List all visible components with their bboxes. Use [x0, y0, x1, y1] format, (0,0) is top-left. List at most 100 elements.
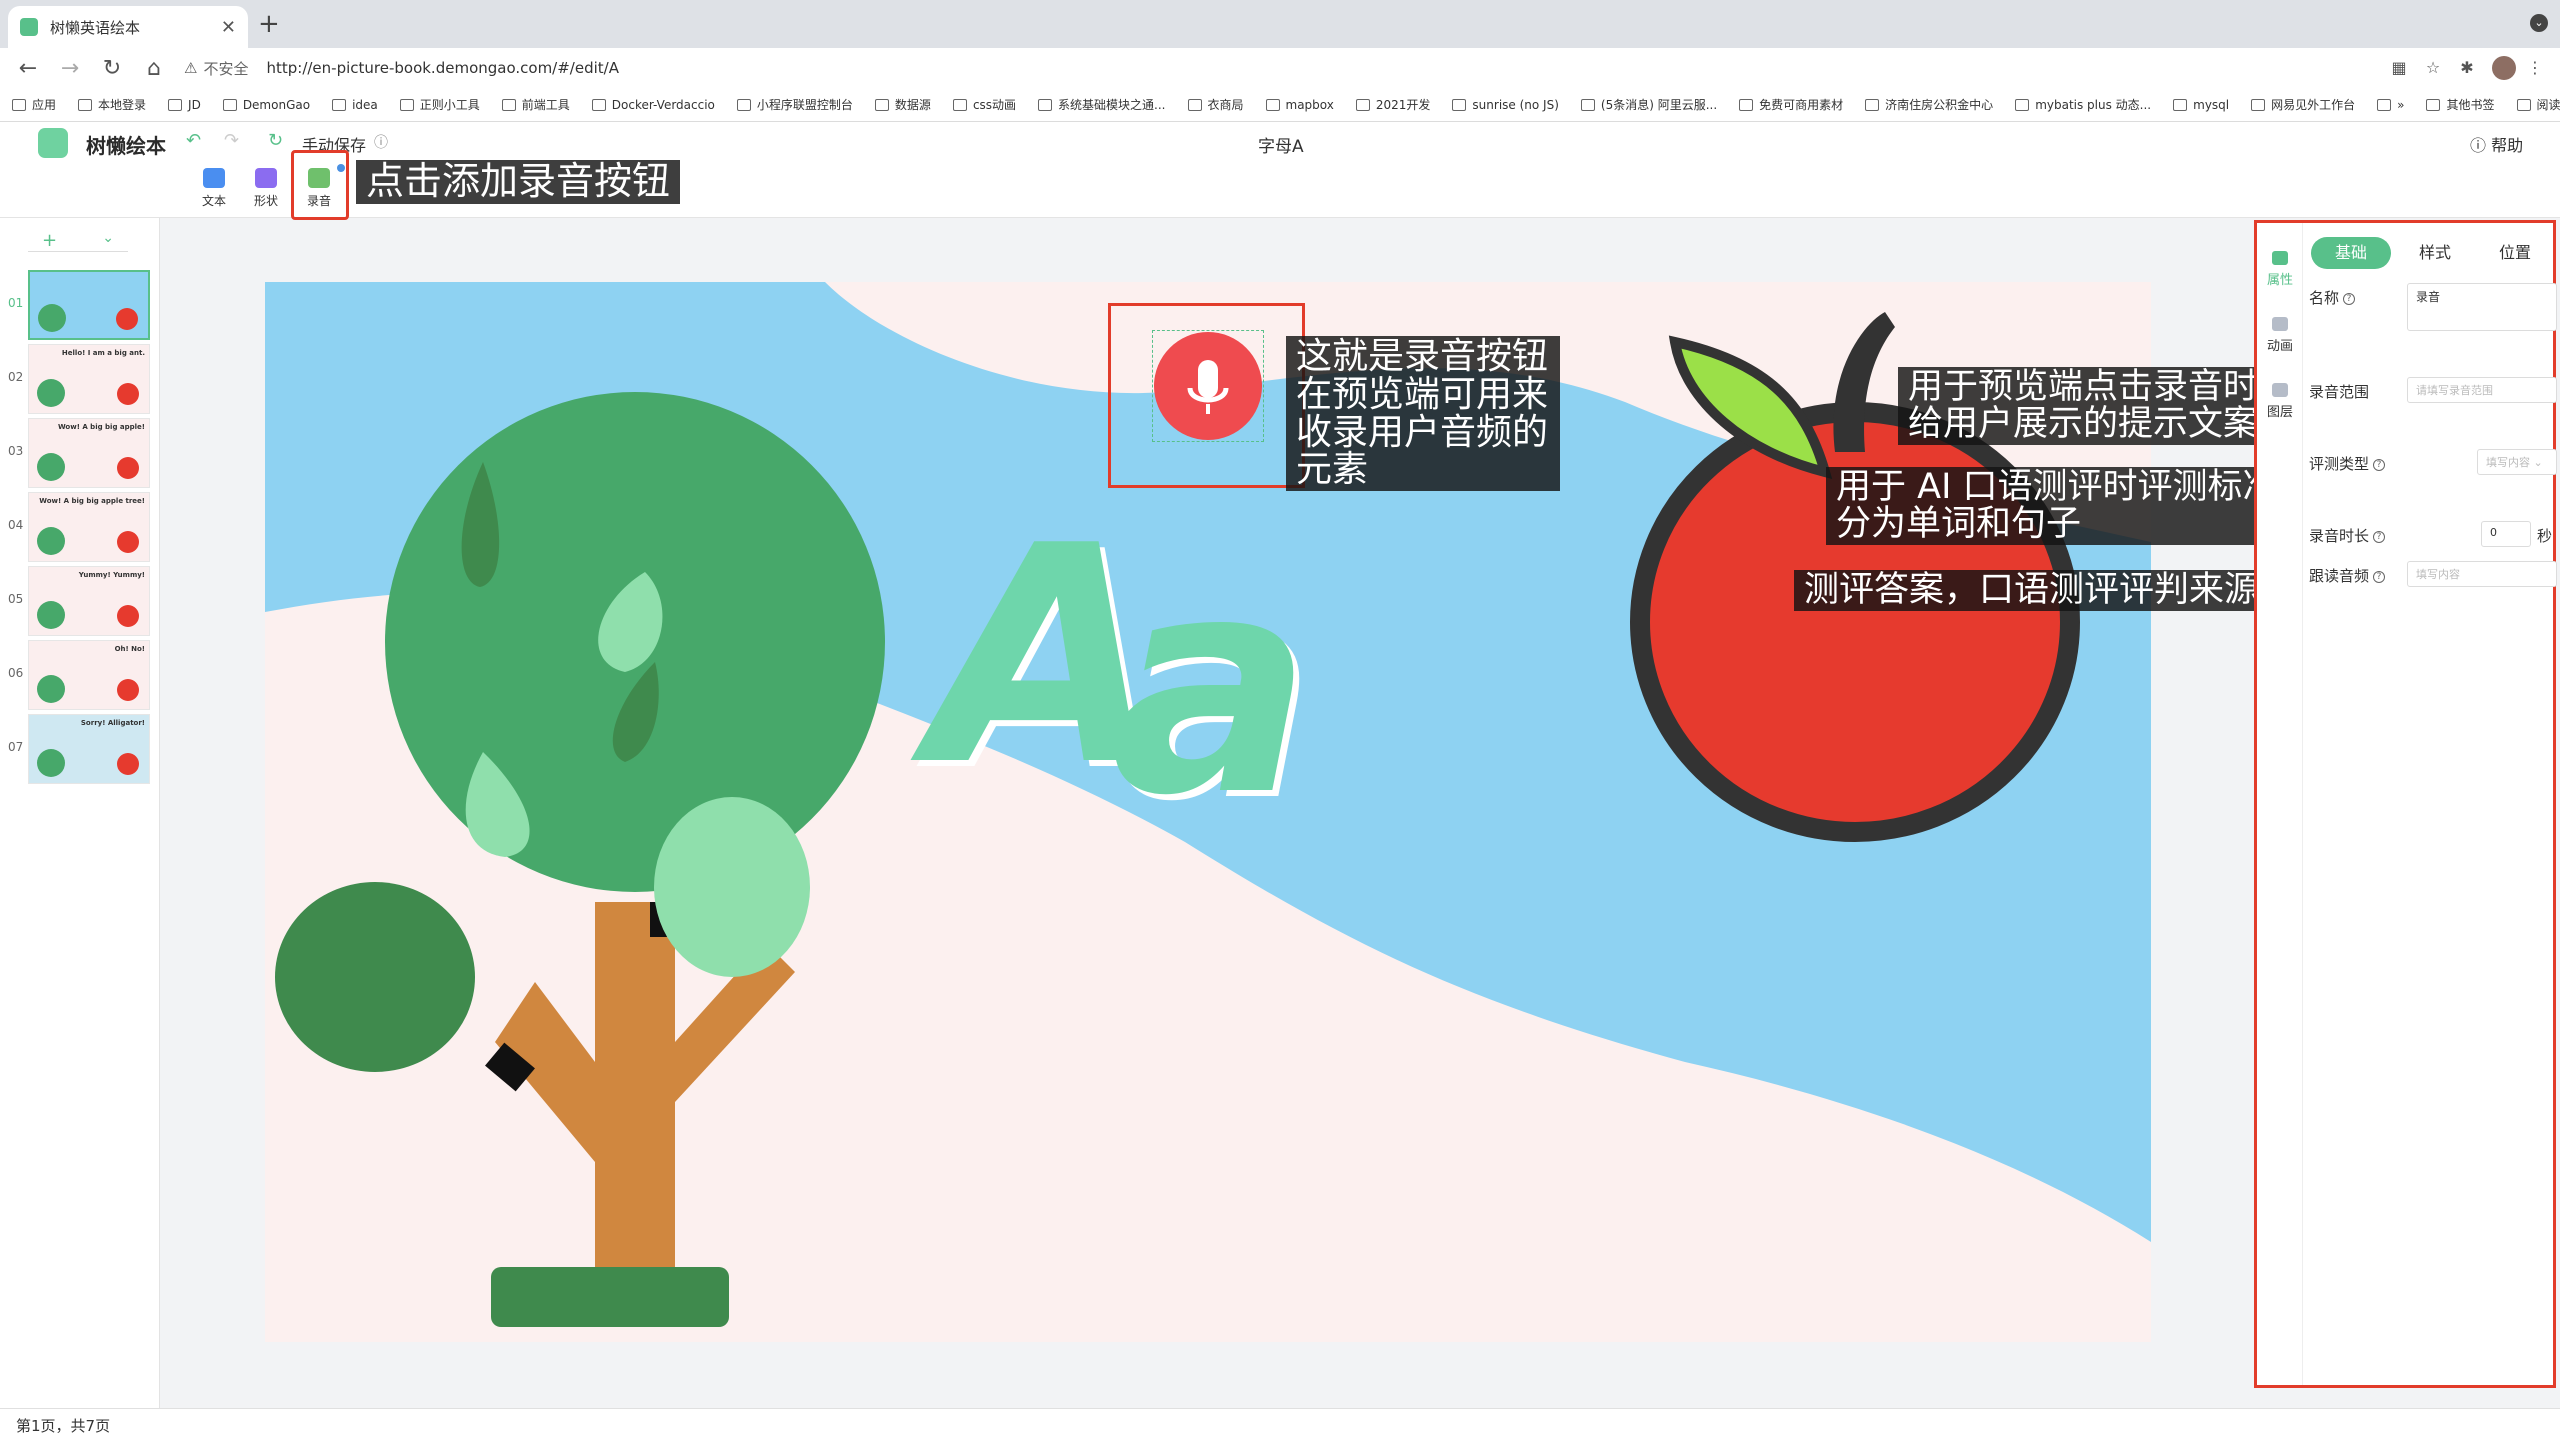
thumbnail-tree: [37, 379, 65, 407]
name-field[interactable]: 录音: [2407, 283, 2557, 331]
bookmark-item[interactable]: 免费可商用素材: [1739, 96, 1843, 113]
menu-icon[interactable]: ⋮: [2526, 59, 2544, 77]
thumbnail-apple: [117, 457, 139, 479]
app-brand: 树懒绘本: [86, 134, 166, 158]
annotation-line: 分为单词和句子: [1836, 503, 2082, 544]
bookmark-item[interactable]: mybatis plus 动态...: [2015, 96, 2151, 113]
page-thumbnail[interactable]: 05 Yummy! Yummy!: [8, 566, 152, 636]
extensions-icon[interactable]: ✱: [2458, 59, 2476, 77]
duration-input[interactable]: 0: [2481, 521, 2531, 547]
bookmark-item[interactable]: idea: [332, 98, 378, 112]
bookmark-item[interactable]: mapbox: [1265, 98, 1334, 112]
home-icon[interactable]: ⌂: [140, 56, 168, 81]
side-tab-animation[interactable]: 动画: [2257, 317, 2303, 354]
bookmark-item[interactable]: (5条消息) 阿里云服...: [1580, 96, 1717, 113]
tab-style[interactable]: 样式: [2395, 237, 2475, 269]
bookmark-item[interactable]: 正则小工具: [399, 96, 480, 113]
help-button[interactable]: ⓘ 帮助: [2470, 132, 2523, 156]
bookmark-item[interactable]: 衣商局: [1187, 96, 1244, 113]
bookmark-item[interactable]: 济南住房公积金中心: [1865, 96, 1993, 113]
thumbnail-apple: [117, 531, 139, 553]
page-controls: + ⌄: [28, 230, 128, 252]
bookmark-item[interactable]: DemonGao: [222, 98, 310, 112]
bookmark-item[interactable]: 其他书签: [2426, 96, 2495, 113]
bookmark-item[interactable]: css动画: [952, 96, 1016, 113]
reload-icon[interactable]: ↻: [98, 56, 126, 81]
bookmark-item[interactable]: 网易见外工作台: [2251, 96, 2355, 113]
page-thumbnail[interactable]: 04 Wow! A big big apple tree!: [8, 492, 152, 562]
bookmark-item[interactable]: 应用: [12, 96, 56, 113]
bookmark-item[interactable]: 小程序联盟控制台: [736, 96, 853, 113]
follow-label-text: 跟读音频: [2309, 567, 2370, 585]
side-tab-label: 动画: [2266, 339, 2293, 354]
profile-avatar[interactable]: [2492, 56, 2516, 80]
page-thumbnail[interactable]: 02 Hello! I am a big ant.: [8, 344, 152, 414]
bookmark-item[interactable]: »: [2377, 98, 2404, 112]
tab-basic[interactable]: 基础: [2311, 237, 2391, 269]
page-caption: Sorry! Alligator!: [80, 719, 145, 727]
bookmark-star-icon[interactable]: ☆: [2424, 59, 2442, 77]
bookmark-item[interactable]: sunrise (no JS): [1452, 98, 1559, 112]
qr-icon[interactable]: ▦: [2390, 59, 2408, 77]
side-tab-properties[interactable]: 属性: [2257, 251, 2303, 288]
bookmark-item[interactable]: 前端工具: [501, 96, 570, 113]
layers-icon: [2272, 383, 2288, 397]
type-select[interactable]: 填写内容 ⌄: [2477, 449, 2557, 475]
bookmark-item[interactable]: JD: [168, 98, 201, 112]
page-number: 05: [8, 592, 24, 606]
bookmark-item[interactable]: Docker-Verdaccio: [591, 98, 715, 112]
bookmark-label: 济南住房公积金中心: [1885, 98, 1994, 112]
shape-tool-button[interactable]: 形状: [244, 168, 288, 209]
bookmark-folder-icon: [952, 98, 967, 111]
duration-help-icon[interactable]: ?: [2373, 530, 2386, 543]
url-field[interactable]: ⚠ 不安全 http://en-picture-book.demongao.co…: [184, 58, 2390, 79]
letter-lower[interactable]: a: [1110, 537, 1312, 837]
name-help-icon[interactable]: ?: [2343, 292, 2356, 305]
page-number: 02: [8, 370, 24, 384]
text-tool-button[interactable]: 文本: [192, 168, 236, 209]
browser-tab[interactable]: 树懒英语绘本 ✕: [8, 6, 248, 48]
forward-icon[interactable]: →: [56, 56, 84, 81]
new-tab-button[interactable]: +: [258, 10, 280, 38]
page-thumbnail[interactable]: 01: [8, 270, 152, 340]
bookmark-item[interactable]: 系统基础模块之通...: [1038, 96, 1166, 113]
bookmark-item[interactable]: 阅读清单: [2516, 96, 2560, 113]
status-bar: 第1页，共7页: [0, 1408, 2560, 1439]
bookmark-folder-icon: [168, 98, 183, 111]
bookmark-label: 小程序联盟控制台: [756, 98, 853, 112]
bookmark-item[interactable]: 本地登录: [78, 96, 146, 113]
tab-search-icon[interactable]: ⌄: [2530, 14, 2548, 32]
tab-position[interactable]: 位置: [2475, 237, 2555, 269]
bookmark-item[interactable]: 数据源: [874, 96, 931, 113]
thumbnail-tree: [37, 675, 65, 703]
undo-icon[interactable]: ↶: [186, 130, 201, 151]
page-preview: Hello! I am a big ant.: [28, 344, 150, 414]
page-caption: Wow! A big big apple!: [57, 423, 145, 431]
tab-close-icon[interactable]: ✕: [221, 17, 236, 38]
address-bar: ← → ↻ ⌂ ⚠ 不安全 http://en-picture-book.dem…: [0, 48, 2560, 88]
side-tab-layers[interactable]: 图层: [2257, 383, 2303, 420]
pages-panel: + ⌄ 01 02 Hello! I am a big ant. 03 Wow! A b…: [0, 218, 160, 1408]
range-field[interactable]: 请填写录音范围: [2407, 377, 2557, 403]
bookmark-folder-icon: [1038, 98, 1053, 111]
add-page-icon[interactable]: +: [42, 230, 57, 251]
page-thumbnail[interactable]: 03 Wow! A big big apple!: [8, 418, 152, 488]
page-caption: Oh! No!: [114, 645, 145, 653]
annotation-line: 这就是录音按钮: [1296, 336, 1549, 377]
follow-help-icon[interactable]: ?: [2373, 570, 2386, 583]
bookmark-label: idea: [352, 97, 378, 112]
collapse-chevron-icon[interactable]: ⌄: [102, 230, 114, 251]
bookmark-item[interactable]: mysql: [2173, 98, 2229, 112]
save-info-icon[interactable]: ⓘ: [374, 132, 388, 152]
bookmark-item[interactable]: 2021开发: [1355, 96, 1430, 113]
page-thumbnail[interactable]: 07 Sorry! Alligator!: [8, 714, 152, 784]
name-label-text: 名称: [2309, 289, 2340, 307]
page-thumbnail[interactable]: 06 Oh! No!: [8, 640, 152, 710]
refresh-icon[interactable]: ↻: [268, 130, 283, 151]
redo-icon[interactable]: ↷: [224, 130, 239, 151]
thumbnail-tree: [37, 527, 65, 555]
follow-audio-field[interactable]: 填写内容: [2407, 561, 2557, 587]
type-help-icon[interactable]: ?: [2373, 458, 2386, 471]
back-icon[interactable]: ←: [14, 56, 42, 81]
bookmark-label: 免费可商用素材: [1759, 98, 1844, 112]
